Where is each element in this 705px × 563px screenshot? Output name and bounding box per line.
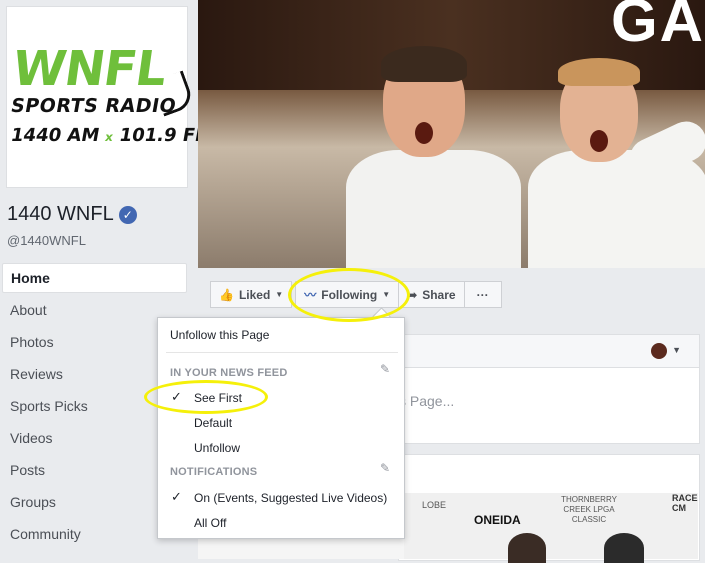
nav-item-home[interactable]: Home <box>2 263 187 293</box>
liked-label: Liked <box>238 287 271 302</box>
unfollow-option[interactable]: Unfollow <box>194 441 240 455</box>
following-dropdown-menu: Unfollow this Page IN YOUR NEWS FEED ✎ ✓… <box>157 317 405 539</box>
dropdown-divider <box>166 352 398 353</box>
cover-person-left-body <box>346 150 521 268</box>
highlight-following-annotation <box>288 268 410 322</box>
page-profile-picture[interactable]: WNFL SPORTS RADIO 1440 AM x 101.9 FM <box>6 6 215 188</box>
logo-freq-am: 1440 AM <box>9 125 102 146</box>
thumbs-up-icon: 👍 <box>219 287 234 302</box>
more-dots-icon: ··· <box>476 287 489 302</box>
create-post-header: ▼ <box>399 335 699 368</box>
logo-subtitle: SPORTS RADIO <box>9 95 179 117</box>
sponsor-oneida: ONEIDA <box>474 513 521 527</box>
highlight-see-first-annotation <box>144 380 268 414</box>
share-label: Share <box>422 287 456 302</box>
pencil-edit-icon[interactable]: ✎ <box>380 461 390 475</box>
page-handle: @1440WNFL <box>7 233 86 248</box>
default-option[interactable]: Default <box>194 416 232 430</box>
create-post-card: ▼ s Page... <box>398 334 700 444</box>
cover-person-right-hair <box>558 58 640 86</box>
chevron-down-icon[interactable]: ▼ <box>672 345 681 355</box>
page-name-text[interactable]: 1440 WNFL <box>7 203 114 226</box>
avatar[interactable] <box>651 343 667 359</box>
verified-check-icon: ✓ <box>118 205 137 224</box>
logo-freq-sep: x <box>104 130 115 144</box>
write-post-placeholder[interactable]: s Page... <box>399 393 454 409</box>
sponsor-lobe: LOBE <box>422 500 447 510</box>
news-feed-heading: IN YOUR NEWS FEED <box>170 367 288 379</box>
pencil-edit-icon[interactable]: ✎ <box>380 362 390 376</box>
cover-person-left-mouth <box>415 122 433 144</box>
checkmark-icon: ✓ <box>171 489 182 504</box>
cover-photo[interactable]: GA <box>198 0 705 268</box>
notifications-all-off-option[interactable]: All Off <box>194 516 226 530</box>
cover-person-left-hair <box>381 46 467 82</box>
cover-person-right-mouth <box>590 130 608 152</box>
feed-bottom-strip <box>198 536 404 559</box>
page-title[interactable]: 1440 WNFL ✓ <box>7 203 137 226</box>
more-options-button[interactable]: ··· <box>463 281 502 308</box>
notifications-heading: NOTIFICATIONS <box>170 466 258 478</box>
sponsor-lpga: THORNBERRY CREEK LPGA CLASSIC <box>561 495 617 524</box>
cover-overlay-text: GA <box>611 0 705 54</box>
liked-button[interactable]: 👍 Liked ▼ <box>210 281 293 308</box>
feed-post-image[interactable]: LOBE ONEIDA THORNBERRY CREEK LPGA CLASSI… <box>404 493 698 563</box>
unfollow-page-item[interactable]: Unfollow this Page <box>170 328 269 342</box>
logo-frequencies: 1440 AM x 101.9 FM <box>9 125 215 146</box>
chevron-down-icon: ▼ <box>275 290 284 299</box>
sponsor-race: RACE CM <box>672 493 698 513</box>
logo-wordmark: WNFL <box>9 41 170 97</box>
notifications-on-option[interactable]: On (Events, Suggested Live Videos) <box>194 491 387 505</box>
cover-person-right-body <box>528 150 705 268</box>
